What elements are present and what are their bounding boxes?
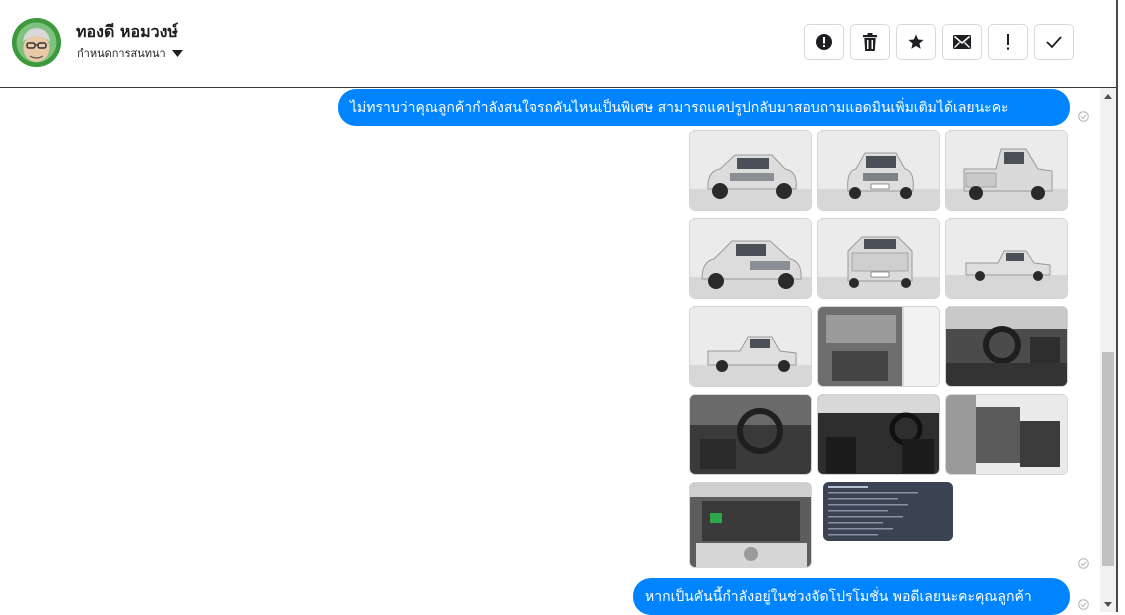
scroll-up-arrow-icon[interactable] [1100,88,1116,104]
car-photo[interactable] [945,218,1068,299]
alert-circle-icon [816,34,832,50]
window-border [1116,0,1118,612]
car-photo[interactable] [689,130,812,211]
avatar[interactable] [12,18,61,67]
star-button[interactable] [896,24,936,60]
message-bubble[interactable]: ไม่ทราบว่าคุณลูกค้ากำลังสนใจรถคันไหนเป็น… [338,89,1070,126]
trash-icon [863,33,877,51]
car-spec-sheet-photo[interactable] [823,482,953,541]
car-photo[interactable] [817,130,940,211]
delete-button[interactable] [850,24,890,60]
star-icon [908,34,924,49]
conversation-label-dropdown[interactable]: กำหนดการสนทนา [77,44,183,62]
car-photo[interactable] [689,218,812,299]
car-photo[interactable] [689,306,812,387]
message-scrollbar[interactable] [1100,88,1116,612]
scroll-down-arrow-icon[interactable] [1100,596,1116,612]
envelope-icon [953,35,971,49]
sent-status-icon [1078,558,1089,569]
label-action-text: กำหนดการสนทนา [77,47,166,60]
caret-down-icon [171,49,183,57]
scrollbar-thumb[interactable] [1102,352,1114,566]
car-photo[interactable] [817,306,940,387]
car-photo[interactable] [817,394,940,475]
car-photo[interactable] [689,482,812,568]
car-photo[interactable] [817,218,940,299]
mark-important-button[interactable] [988,24,1028,60]
mark-done-button[interactable] [1034,24,1074,60]
sent-status-icon [1078,111,1089,122]
car-photo[interactable] [689,394,812,475]
car-photo[interactable] [945,394,1068,475]
conversation-header: ทองดี หอมวงษ์ กำหนดการสนทนา [0,0,1116,88]
car-photo[interactable] [945,306,1068,387]
mark-unread-button[interactable] [942,24,982,60]
sent-status-icon [1078,599,1089,610]
conversation-toolbar [804,24,1074,60]
contact-name: ทองดี หอมวงษ์ [76,22,178,41]
exclamation-icon [1007,34,1009,50]
car-photo[interactable] [945,130,1068,211]
checkmark-icon [1046,36,1062,49]
report-button[interactable] [804,24,844,60]
message-bubble[interactable]: หากเป็นคันนี้กำลังอยู่ในช่วงจัดโปรโมชั่น… [633,578,1070,615]
